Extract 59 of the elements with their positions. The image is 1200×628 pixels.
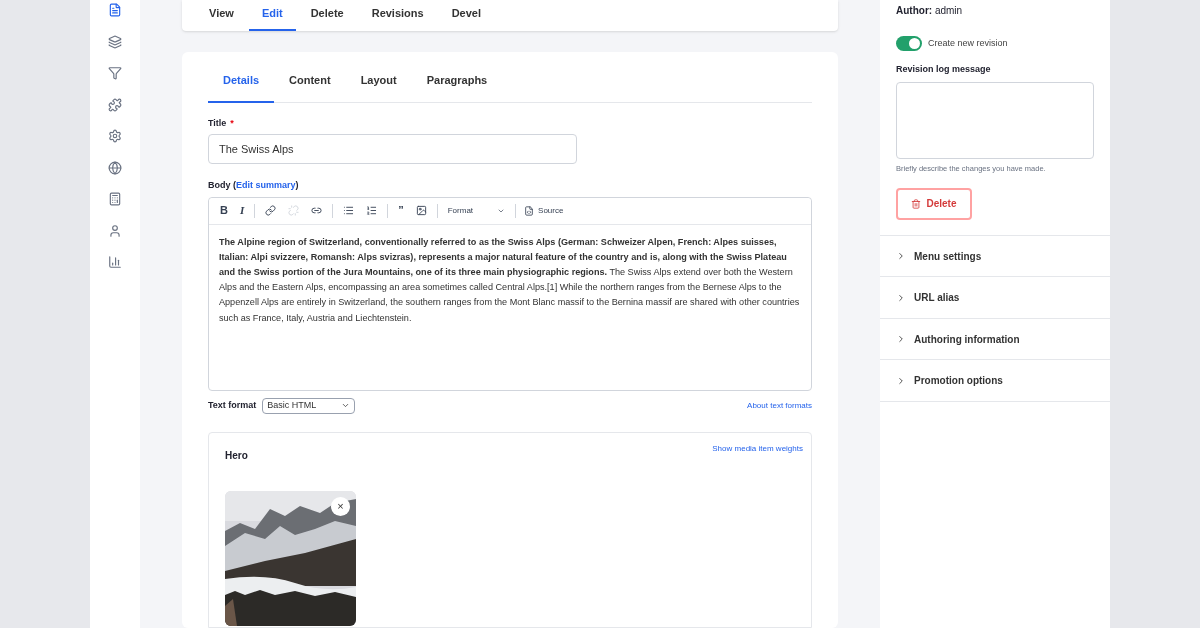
field-label: Body (Edit summary) [208,179,300,192]
tab[interactable]: Content [274,72,346,103]
collapsible-section[interactable]: Promotion options [880,360,1110,402]
toolbar-button[interactable]: I [233,202,251,219]
field-label: Text format [208,398,257,412]
unlink-icon [288,205,300,216]
field-label: Revision log message [895,63,992,76]
funnel-icon[interactable] [108,66,122,80]
link-icon [311,205,323,216]
calculator-icon[interactable] [108,192,122,206]
author-name: admin [934,5,963,16]
show-weights-link[interactable]: Show media item weights [712,442,803,455]
toolbar-button[interactable]: ” [392,202,410,219]
body-paragraph: The Alpine region of Switzerland, conventionally referred to as the Swiss Alps (German: Schweizer Alpen, French: Alpes suisses, Italian: Alpi svizzere, Romansh: Alps svizras), represents a major natural feature of the country and is, along with the Swiss Plateau and the Swiss portion of the Jura Mountains, one of its three main physiographic regions. The Swiss Alps extend over both the Western Alps and the Eastern Alps, encompassing an area sometimes called Central Alps.[1] While the northern ranges from the Bernese Alps to the Appenzell Alps are entirely in Switzerland, the southern ranges from the Mont Blanc massif to the Bernina massif are shared with other countries such as France, Italy, Austria and Liechtenstein. [218,235,801,325]
source-button[interactable]: Source [520,204,568,217]
toggle-label: Create new revision [928,36,1008,50]
collapsible-section[interactable]: Menu settings [880,235,1110,278]
tab[interactable]: Revisions [358,4,437,31]
tab[interactable]: Details [208,72,275,103]
settings-icon[interactable] [108,129,122,143]
collapsible-section[interactable]: Authoring information [880,318,1110,361]
tab[interactable]: Devel [438,4,494,31]
image-icon [415,205,427,216]
title-field[interactable]: The Swiss Alps [208,134,577,164]
text-format-select[interactable]: Basic HTML [262,397,356,414]
caret-icon [341,401,351,410]
toolbar-button[interactable]: B [214,202,234,219]
about-text-formats-link[interactable]: About text formats [747,399,812,412]
chevron-icon [896,375,906,386]
chevron-icon [896,334,906,344]
bar-chart-icon[interactable] [108,255,122,269]
file-code-icon [524,205,535,216]
tab[interactable]: Edit [248,4,296,31]
chevron-icon [896,251,906,261]
tab[interactable]: Layout [345,72,412,103]
rich-text-editor[interactable] [208,196,812,391]
collapsible-section[interactable]: URL alias [880,277,1110,319]
layers-icon[interactable] [108,34,122,49]
tab[interactable]: Delete [297,4,357,31]
required-mark: * [230,116,234,130]
bullet-list-icon [343,205,355,216]
format-dropdown[interactable]: Format [441,204,512,217]
link-icon [265,205,277,216]
tab[interactable]: Paragraphs [411,72,503,103]
field-label: Title [208,116,227,130]
delete-button[interactable]: Delete [896,187,972,220]
document-icon[interactable] [108,3,122,17]
tab[interactable]: View [196,4,247,31]
revision-log-field[interactable] [896,81,1094,159]
puzzle-icon[interactable] [108,97,122,112]
chevron-icon [896,292,906,303]
trash-icon [911,198,922,209]
hero-heading: Hero [225,448,248,463]
numbered-list-icon [366,205,378,216]
user-icon[interactable] [108,223,122,238]
edit-summary-link[interactable]: Edit summary [236,180,296,190]
globe-icon[interactable] [108,160,122,175]
author-label: Author: [896,5,933,16]
revision-toggle[interactable] [896,36,922,51]
